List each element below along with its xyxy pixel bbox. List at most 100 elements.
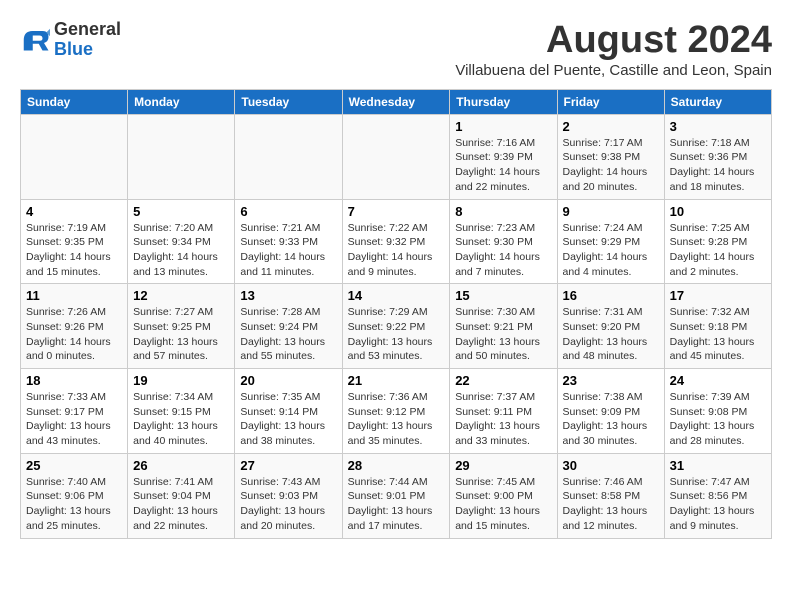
day-info: Sunrise: 7:40 AMSunset: 9:06 PMDaylight:… (26, 475, 122, 534)
logo-icon (20, 25, 50, 55)
calendar-cell: 28 Sunrise: 7:44 AMSunset: 9:01 PMDayligh… (342, 453, 450, 538)
day-number: 18 (26, 373, 122, 388)
day-number: 15 (455, 288, 551, 303)
day-info: Sunrise: 7:22 AMSunset: 9:32 PMDaylight:… (348, 221, 445, 280)
calendar-table: SundayMondayTuesdayWednesdayThursdayFrid… (20, 89, 772, 539)
calendar-cell: 19 Sunrise: 7:34 AMSunset: 9:15 PMDayligh… (128, 369, 235, 454)
calendar-week-row: 25 Sunrise: 7:40 AMSunset: 9:06 PMDayligh… (21, 453, 772, 538)
title-block: August 2024 Villabuena del Puente, Casti… (455, 20, 772, 79)
calendar-cell: 27 Sunrise: 7:43 AMSunset: 9:03 PMDayligh… (235, 453, 342, 538)
day-number: 5 (133, 204, 229, 219)
day-info: Sunrise: 7:37 AMSunset: 9:11 PMDaylight:… (455, 390, 551, 449)
day-number: 30 (563, 458, 659, 473)
day-info: Sunrise: 7:43 AMSunset: 9:03 PMDaylight:… (240, 475, 336, 534)
calendar-cell: 4Sunrise: 7:19 AMSunset: 9:35 PMDaylight… (21, 199, 128, 284)
weekday-header: Tuesday (235, 89, 342, 114)
calendar-cell: 16 Sunrise: 7:31 AMSunset: 9:20 PMDayligh… (557, 284, 664, 369)
calendar-cell: 13Sunrise: 7:28 AMSunset: 9:24 PMDayligh… (235, 284, 342, 369)
day-info: Sunrise: 7:35 AMSunset: 9:14 PMDaylight:… (240, 390, 336, 449)
day-info: Sunrise: 7:34 AMSunset: 9:15 PMDaylight:… (133, 390, 229, 449)
day-number: 10 (670, 204, 766, 219)
day-number: 19 (133, 373, 229, 388)
day-info: Sunrise: 7:30 AMSunset: 9:21 PMDaylight:… (455, 305, 551, 364)
day-number: 31 (670, 458, 766, 473)
calendar-cell: 11Sunrise: 7:26 AMSunset: 9:26 PMDayligh… (21, 284, 128, 369)
day-number: 12 (133, 288, 229, 303)
day-number: 22 (455, 373, 551, 388)
calendar-cell: 12 Sunrise: 7:27 AMSunset: 9:25 PMDayligh… (128, 284, 235, 369)
month-title: August 2024 (455, 20, 772, 62)
calendar-cell: 29Sunrise: 7:45 AMSunset: 9:00 PMDayligh… (450, 453, 557, 538)
calendar-cell: 31 Sunrise: 7:47 AMSunset: 8:56 PMDayligh… (664, 453, 771, 538)
day-info: Sunrise: 7:46 AMSunset: 8:58 PMDaylight:… (563, 475, 659, 534)
calendar-cell: 30 Sunrise: 7:46 AMSunset: 8:58 PMDayligh… (557, 453, 664, 538)
calendar-cell: 9 Sunrise: 7:24 AMSunset: 9:29 PMDaylight… (557, 199, 664, 284)
day-info: Sunrise: 7:24 AMSunset: 9:29 PMDaylight:… (563, 221, 659, 280)
calendar-cell: 3 Sunrise: 7:18 AMSunset: 9:36 PMDaylight… (664, 114, 771, 199)
day-info: Sunrise: 7:47 AMSunset: 8:56 PMDaylight:… (670, 475, 766, 534)
day-number: 26 (133, 458, 229, 473)
day-info: Sunrise: 7:32 AMSunset: 9:18 PMDaylight:… (670, 305, 766, 364)
day-number: 21 (348, 373, 445, 388)
calendar-week-row: 4Sunrise: 7:19 AMSunset: 9:35 PMDaylight… (21, 199, 772, 284)
day-number: 27 (240, 458, 336, 473)
calendar-cell (128, 114, 235, 199)
calendar-cell: 17Sunrise: 7:32 AMSunset: 9:18 PMDayligh… (664, 284, 771, 369)
day-number: 14 (348, 288, 445, 303)
calendar-cell (21, 114, 128, 199)
day-info: Sunrise: 7:23 AMSunset: 9:30 PMDaylight:… (455, 221, 551, 280)
calendar-cell: 21 Sunrise: 7:36 AMSunset: 9:12 PMDayligh… (342, 369, 450, 454)
day-number: 7 (348, 204, 445, 219)
calendar-cell: 25 Sunrise: 7:40 AMSunset: 9:06 PMDayligh… (21, 453, 128, 538)
day-info: Sunrise: 7:16 AMSunset: 9:39 PMDaylight:… (455, 136, 551, 195)
day-info: Sunrise: 7:41 AMSunset: 9:04 PMDaylight:… (133, 475, 229, 534)
day-info: Sunrise: 7:17 AMSunset: 9:38 PMDaylight:… (563, 136, 659, 195)
day-info: Sunrise: 7:29 AMSunset: 9:22 PMDaylight:… (348, 305, 445, 364)
calendar-cell: 14 Sunrise: 7:29 AMSunset: 9:22 PMDayligh… (342, 284, 450, 369)
weekday-header: Monday (128, 89, 235, 114)
day-number: 13 (240, 288, 336, 303)
calendar-cell: 2 Sunrise: 7:17 AMSunset: 9:38 PMDaylight… (557, 114, 664, 199)
day-info: Sunrise: 7:19 AMSunset: 9:35 PMDaylight:… (26, 221, 122, 280)
day-info: Sunrise: 7:25 AMSunset: 9:28 PMDaylight:… (670, 221, 766, 280)
day-info: Sunrise: 7:38 AMSunset: 9:09 PMDaylight:… (563, 390, 659, 449)
location-title: Villabuena del Puente, Castille and Leon… (455, 62, 772, 79)
day-info: Sunrise: 7:21 AMSunset: 9:33 PMDaylight:… (240, 221, 336, 280)
day-info: Sunrise: 7:33 AMSunset: 9:17 PMDaylight:… (26, 390, 122, 449)
day-info: Sunrise: 7:44 AMSunset: 9:01 PMDaylight:… (348, 475, 445, 534)
day-info: Sunrise: 7:18 AMSunset: 9:36 PMDaylight:… (670, 136, 766, 195)
calendar-cell: 24Sunrise: 7:39 AMSunset: 9:08 PMDayligh… (664, 369, 771, 454)
calendar-cell: 10 Sunrise: 7:25 AMSunset: 9:28 PMDayligh… (664, 199, 771, 284)
day-number: 16 (563, 288, 659, 303)
day-number: 28 (348, 458, 445, 473)
day-info: Sunrise: 7:20 AMSunset: 9:34 PMDaylight:… (133, 221, 229, 280)
weekday-header: Friday (557, 89, 664, 114)
calendar-cell: 6Sunrise: 7:21 AMSunset: 9:33 PMDaylight… (235, 199, 342, 284)
page-header: General Blue August 2024 Villabuena del … (20, 20, 772, 79)
calendar-cell: 22 Sunrise: 7:37 AMSunset: 9:11 PMDayligh… (450, 369, 557, 454)
calendar-cell: 5 Sunrise: 7:20 AMSunset: 9:34 PMDaylight… (128, 199, 235, 284)
day-number: 11 (26, 288, 122, 303)
day-info: Sunrise: 7:27 AMSunset: 9:25 PMDaylight:… (133, 305, 229, 364)
day-info: Sunrise: 7:36 AMSunset: 9:12 PMDaylight:… (348, 390, 445, 449)
day-number: 8 (455, 204, 551, 219)
day-number: 20 (240, 373, 336, 388)
calendar-cell (235, 114, 342, 199)
calendar-cell: 1 Sunrise: 7:16 AMSunset: 9:39 PMDaylight… (450, 114, 557, 199)
logo-general-text: General (54, 20, 121, 40)
logo-blue-text: Blue (54, 40, 121, 60)
calendar-cell: 15 Sunrise: 7:30 AMSunset: 9:21 PMDayligh… (450, 284, 557, 369)
day-number: 9 (563, 204, 659, 219)
day-number: 3 (670, 119, 766, 134)
calendar-cell: 26 Sunrise: 7:41 AMSunset: 9:04 PMDayligh… (128, 453, 235, 538)
calendar-cell: 7 Sunrise: 7:22 AMSunset: 9:32 PMDaylight… (342, 199, 450, 284)
day-number: 25 (26, 458, 122, 473)
weekday-header: Wednesday (342, 89, 450, 114)
day-info: Sunrise: 7:31 AMSunset: 9:20 PMDaylight:… (563, 305, 659, 364)
day-info: Sunrise: 7:45 AMSunset: 9:00 PMDaylight:… (455, 475, 551, 534)
weekday-header: Sunday (21, 89, 128, 114)
day-number: 1 (455, 119, 551, 134)
calendar-cell: 18 Sunrise: 7:33 AMSunset: 9:17 PMDayligh… (21, 369, 128, 454)
logo: General Blue (20, 20, 121, 60)
day-number: 2 (563, 119, 659, 134)
